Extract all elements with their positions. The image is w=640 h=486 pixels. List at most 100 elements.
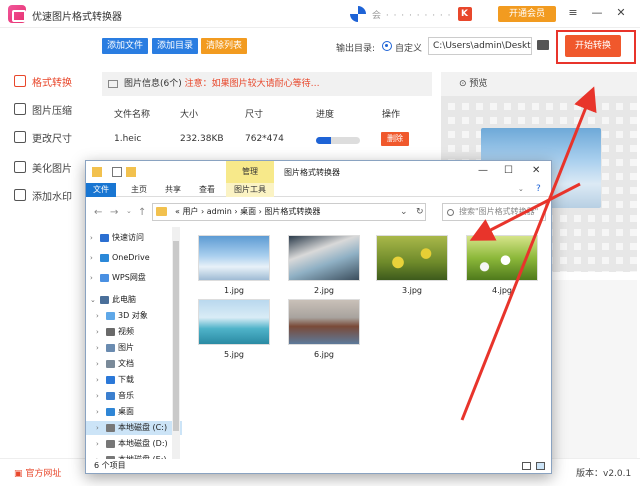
nav-item[interactable]: › 快速访问: [86, 231, 182, 245]
nav-item[interactable]: › OneDrive: [86, 251, 182, 265]
help-icon[interactable]: ?: [536, 184, 541, 194]
expand-chevron-icon[interactable]: ⌄: [90, 293, 96, 307]
nav-item[interactable]: ⌄ 此电脑: [86, 293, 182, 307]
nav-item[interactable]: › 文档: [86, 357, 182, 371]
forward-icon[interactable]: →: [110, 207, 118, 218]
ribbon-expand-icon[interactable]: ⌄: [518, 185, 524, 193]
custom-radio[interactable]: [382, 41, 392, 51]
convert-icon: [14, 75, 26, 87]
sidebar-item-resize[interactable]: 更改尺寸: [14, 128, 72, 146]
picture-icon: [106, 344, 115, 352]
expand-chevron-icon[interactable]: ›: [96, 421, 99, 435]
address-dropdown-icon[interactable]: ⌄: [400, 207, 408, 217]
file-thumbnail[interactable]: [466, 235, 538, 281]
custom-radio-label: 自定义: [395, 44, 423, 54]
nav-item[interactable]: › 桌面: [86, 405, 182, 419]
nav-item[interactable]: › 本地磁盘 (C:): [86, 421, 182, 435]
start-convert-button[interactable]: 开始转换: [565, 35, 621, 57]
expand-chevron-icon[interactable]: ›: [96, 405, 99, 419]
file-explorer-window: 管理 图片格式转换器 — ☐ ✕ 文件 主页 共享 查看 图片工具 ⌄ ? ← …: [85, 160, 552, 474]
expand-chevron-icon[interactable]: ›: [90, 251, 93, 265]
expand-chevron-icon[interactable]: ›: [96, 309, 99, 323]
file-size: 232.38KB: [180, 134, 224, 144]
recent-chevron-icon[interactable]: ⌄: [126, 207, 132, 215]
file-thumbnail[interactable]: [288, 235, 360, 281]
folder-icon[interactable]: [537, 40, 549, 50]
nav-item[interactable]: › 视频: [86, 325, 182, 339]
sidebar-item-format-convert[interactable]: 格式转换: [14, 72, 72, 90]
nav-item[interactable]: › 图片: [86, 341, 182, 355]
file-dimensions: 762*474: [245, 134, 284, 144]
search-input[interactable]: 搜索"图片格式转换器": [442, 203, 546, 221]
file-thumbnail[interactable]: [288, 299, 360, 345]
official-site-label: 官方网址: [25, 469, 62, 479]
delete-button[interactable]: 删除: [381, 132, 409, 146]
expand-chevron-icon[interactable]: ›: [96, 341, 99, 355]
file-label[interactable]: 6.jpg: [288, 350, 360, 359]
tab-view[interactable]: 查看: [194, 183, 220, 197]
explorer-maximize-icon[interactable]: ☐: [504, 165, 513, 176]
expand-chevron-icon[interactable]: ›: [96, 373, 99, 387]
tab-picture-tools[interactable]: 图片工具: [226, 183, 274, 197]
refresh-icon[interactable]: ↻: [416, 207, 424, 217]
tab-home[interactable]: 主页: [126, 183, 152, 197]
close-icon[interactable]: ✕: [614, 6, 628, 20]
manage-tab[interactable]: 管理: [226, 161, 274, 183]
file-thumbnail[interactable]: [198, 235, 270, 281]
explorer-close-icon[interactable]: ✕: [532, 165, 540, 176]
progress-fill: [316, 137, 332, 144]
file-label[interactable]: 2.jpg: [288, 286, 360, 295]
nav-item[interactable]: › WPS网盘: [86, 271, 182, 285]
output-path-input[interactable]: C:\Users\admin\Deskto: [428, 37, 532, 55]
vip-button[interactable]: 开通会员: [498, 6, 556, 22]
nav-item-label: 下载: [118, 375, 134, 384]
sidebar-item-watermark[interactable]: 添加水印: [14, 186, 72, 204]
address-bar[interactable]: « 用户 › admin › 桌面 › 图片格式转换器: [152, 203, 426, 221]
back-icon[interactable]: ←: [94, 207, 102, 218]
file-label[interactable]: 1.jpg: [198, 286, 270, 295]
expand-chevron-icon[interactable]: ›: [90, 271, 93, 285]
clear-list-button[interactable]: 清除列表: [201, 38, 247, 54]
nav-item-label: 文档: [118, 359, 134, 368]
col-header-progress: 进度: [316, 110, 335, 120]
warning-text: 注意：如果图片较大请耐心等待…: [184, 79, 320, 89]
sidebar-item-beautify[interactable]: 美化图片: [14, 158, 72, 176]
details-view-icon[interactable]: [522, 462, 531, 470]
minimize-icon[interactable]: —: [590, 6, 604, 20]
compress-icon: [14, 103, 26, 115]
explorer-minimize-icon[interactable]: —: [478, 165, 488, 176]
official-site-link[interactable]: ▣ 官方网址: [14, 466, 61, 479]
add-file-button[interactable]: 添加文件: [102, 38, 148, 54]
tab-share[interactable]: 共享: [160, 183, 186, 197]
file-label[interactable]: 3.jpg: [376, 286, 448, 295]
nav-item[interactable]: › 音乐: [86, 389, 182, 403]
file-label[interactable]: 5.jpg: [198, 350, 270, 359]
nav-item-label: WPS网盘: [112, 273, 146, 282]
menu-icon[interactable]: ≡: [566, 6, 580, 20]
thumbnail-view-icon[interactable]: [536, 462, 545, 470]
file-thumbnail[interactable]: [376, 235, 448, 281]
expand-chevron-icon[interactable]: ›: [90, 231, 93, 245]
new-folder-icon[interactable]: [126, 167, 136, 177]
nav-scrollbar[interactable]: [172, 227, 180, 459]
computer-icon: [100, 296, 109, 304]
star-icon: [100, 234, 109, 242]
nav-item[interactable]: › 下载: [86, 373, 182, 387]
file-thumbnail[interactable]: [198, 299, 270, 345]
progress-bar: [316, 137, 360, 144]
tab-file[interactable]: 文件: [86, 183, 116, 197]
nav-item[interactable]: › 本地磁盘 (D:): [86, 437, 182, 451]
info-bar: 图片信息(6个) 注意：如果图片较大请耐心等待…: [102, 72, 432, 96]
nav-scroll-thumb[interactable]: [173, 241, 179, 431]
document-icon: [106, 360, 115, 368]
expand-chevron-icon[interactable]: ›: [96, 437, 99, 451]
nav-item[interactable]: › 3D 对象: [86, 309, 182, 323]
add-dir-button[interactable]: 添加目录: [152, 38, 198, 54]
sidebar-item-compress[interactable]: 图片压缩: [14, 100, 72, 118]
expand-chevron-icon[interactable]: ›: [96, 357, 99, 371]
expand-chevron-icon[interactable]: ›: [96, 325, 99, 339]
properties-icon[interactable]: [112, 167, 122, 177]
file-label[interactable]: 4.jpg: [466, 286, 538, 295]
expand-chevron-icon[interactable]: ›: [96, 389, 99, 403]
up-icon[interactable]: ↑: [138, 207, 146, 218]
